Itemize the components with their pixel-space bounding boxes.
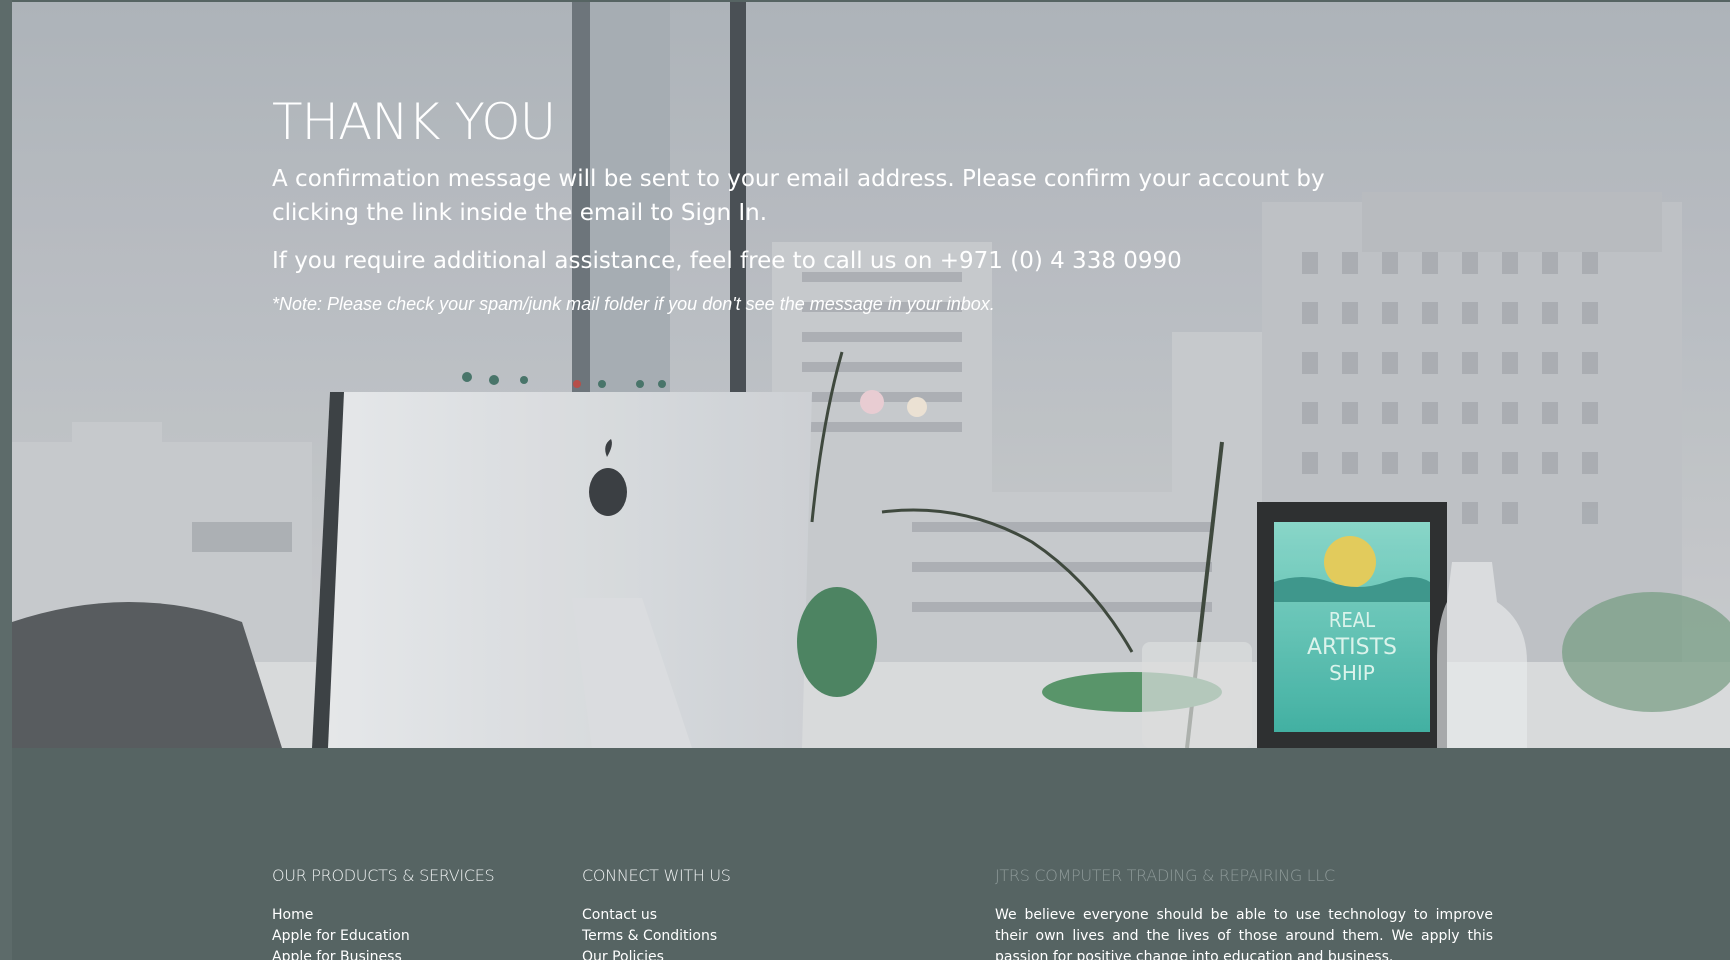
thank-you-message-block: THANK YOU A confirmation message will be… bbox=[272, 92, 1432, 316]
footer-link-home[interactable]: Home bbox=[272, 905, 572, 926]
footer-connect-column: CONNECT WITH US Contact us Terms & Condi… bbox=[582, 866, 882, 960]
left-edge-strip bbox=[0, 0, 12, 960]
hero-section: REAL ARTISTS SHIP THANK YOU A confirmati… bbox=[12, 2, 1730, 748]
confirmation-message: A confirmation message will be sent to y… bbox=[272, 166, 1325, 226]
footer-link-terms[interactable]: Terms & Conditions bbox=[582, 926, 882, 947]
footer-link-apple-business[interactable]: Apple for Business bbox=[272, 947, 572, 960]
footer-products-column: OUR PRODUCTS & SERVICES Home Apple for E… bbox=[272, 866, 572, 960]
footer-company-about: We believe everyone should be able to us… bbox=[995, 907, 1493, 960]
footer-connect-heading: CONNECT WITH US bbox=[582, 866, 731, 885]
footer-products-links: Home Apple for Education Apple for Busin… bbox=[272, 905, 572, 960]
spam-note: *Note: Please check your spam/junk mail … bbox=[272, 294, 995, 314]
page: REAL ARTISTS SHIP THANK YOU A confirmati… bbox=[0, 0, 1730, 960]
site-footer: OUR PRODUCTS & SERVICES Home Apple for E… bbox=[12, 748, 1730, 960]
footer-link-policies[interactable]: Our Policies bbox=[582, 947, 882, 960]
footer-products-heading: OUR PRODUCTS & SERVICES bbox=[272, 866, 495, 885]
footer-company-heading: JTRS COMPUTER TRADING & REPAIRING LLC bbox=[995, 866, 1335, 885]
page-title: THANK YOU bbox=[272, 93, 556, 151]
assistance-text: If you require additional assistance, fe… bbox=[272, 248, 1182, 274]
footer-link-apple-education[interactable]: Apple for Education bbox=[272, 926, 572, 947]
footer-connect-links: Contact us Terms & Conditions Our Polici… bbox=[582, 905, 882, 960]
footer-link-contact-us[interactable]: Contact us bbox=[582, 905, 882, 926]
footer-company-column: JTRS COMPUTER TRADING & REPAIRING LLC We… bbox=[995, 866, 1493, 960]
